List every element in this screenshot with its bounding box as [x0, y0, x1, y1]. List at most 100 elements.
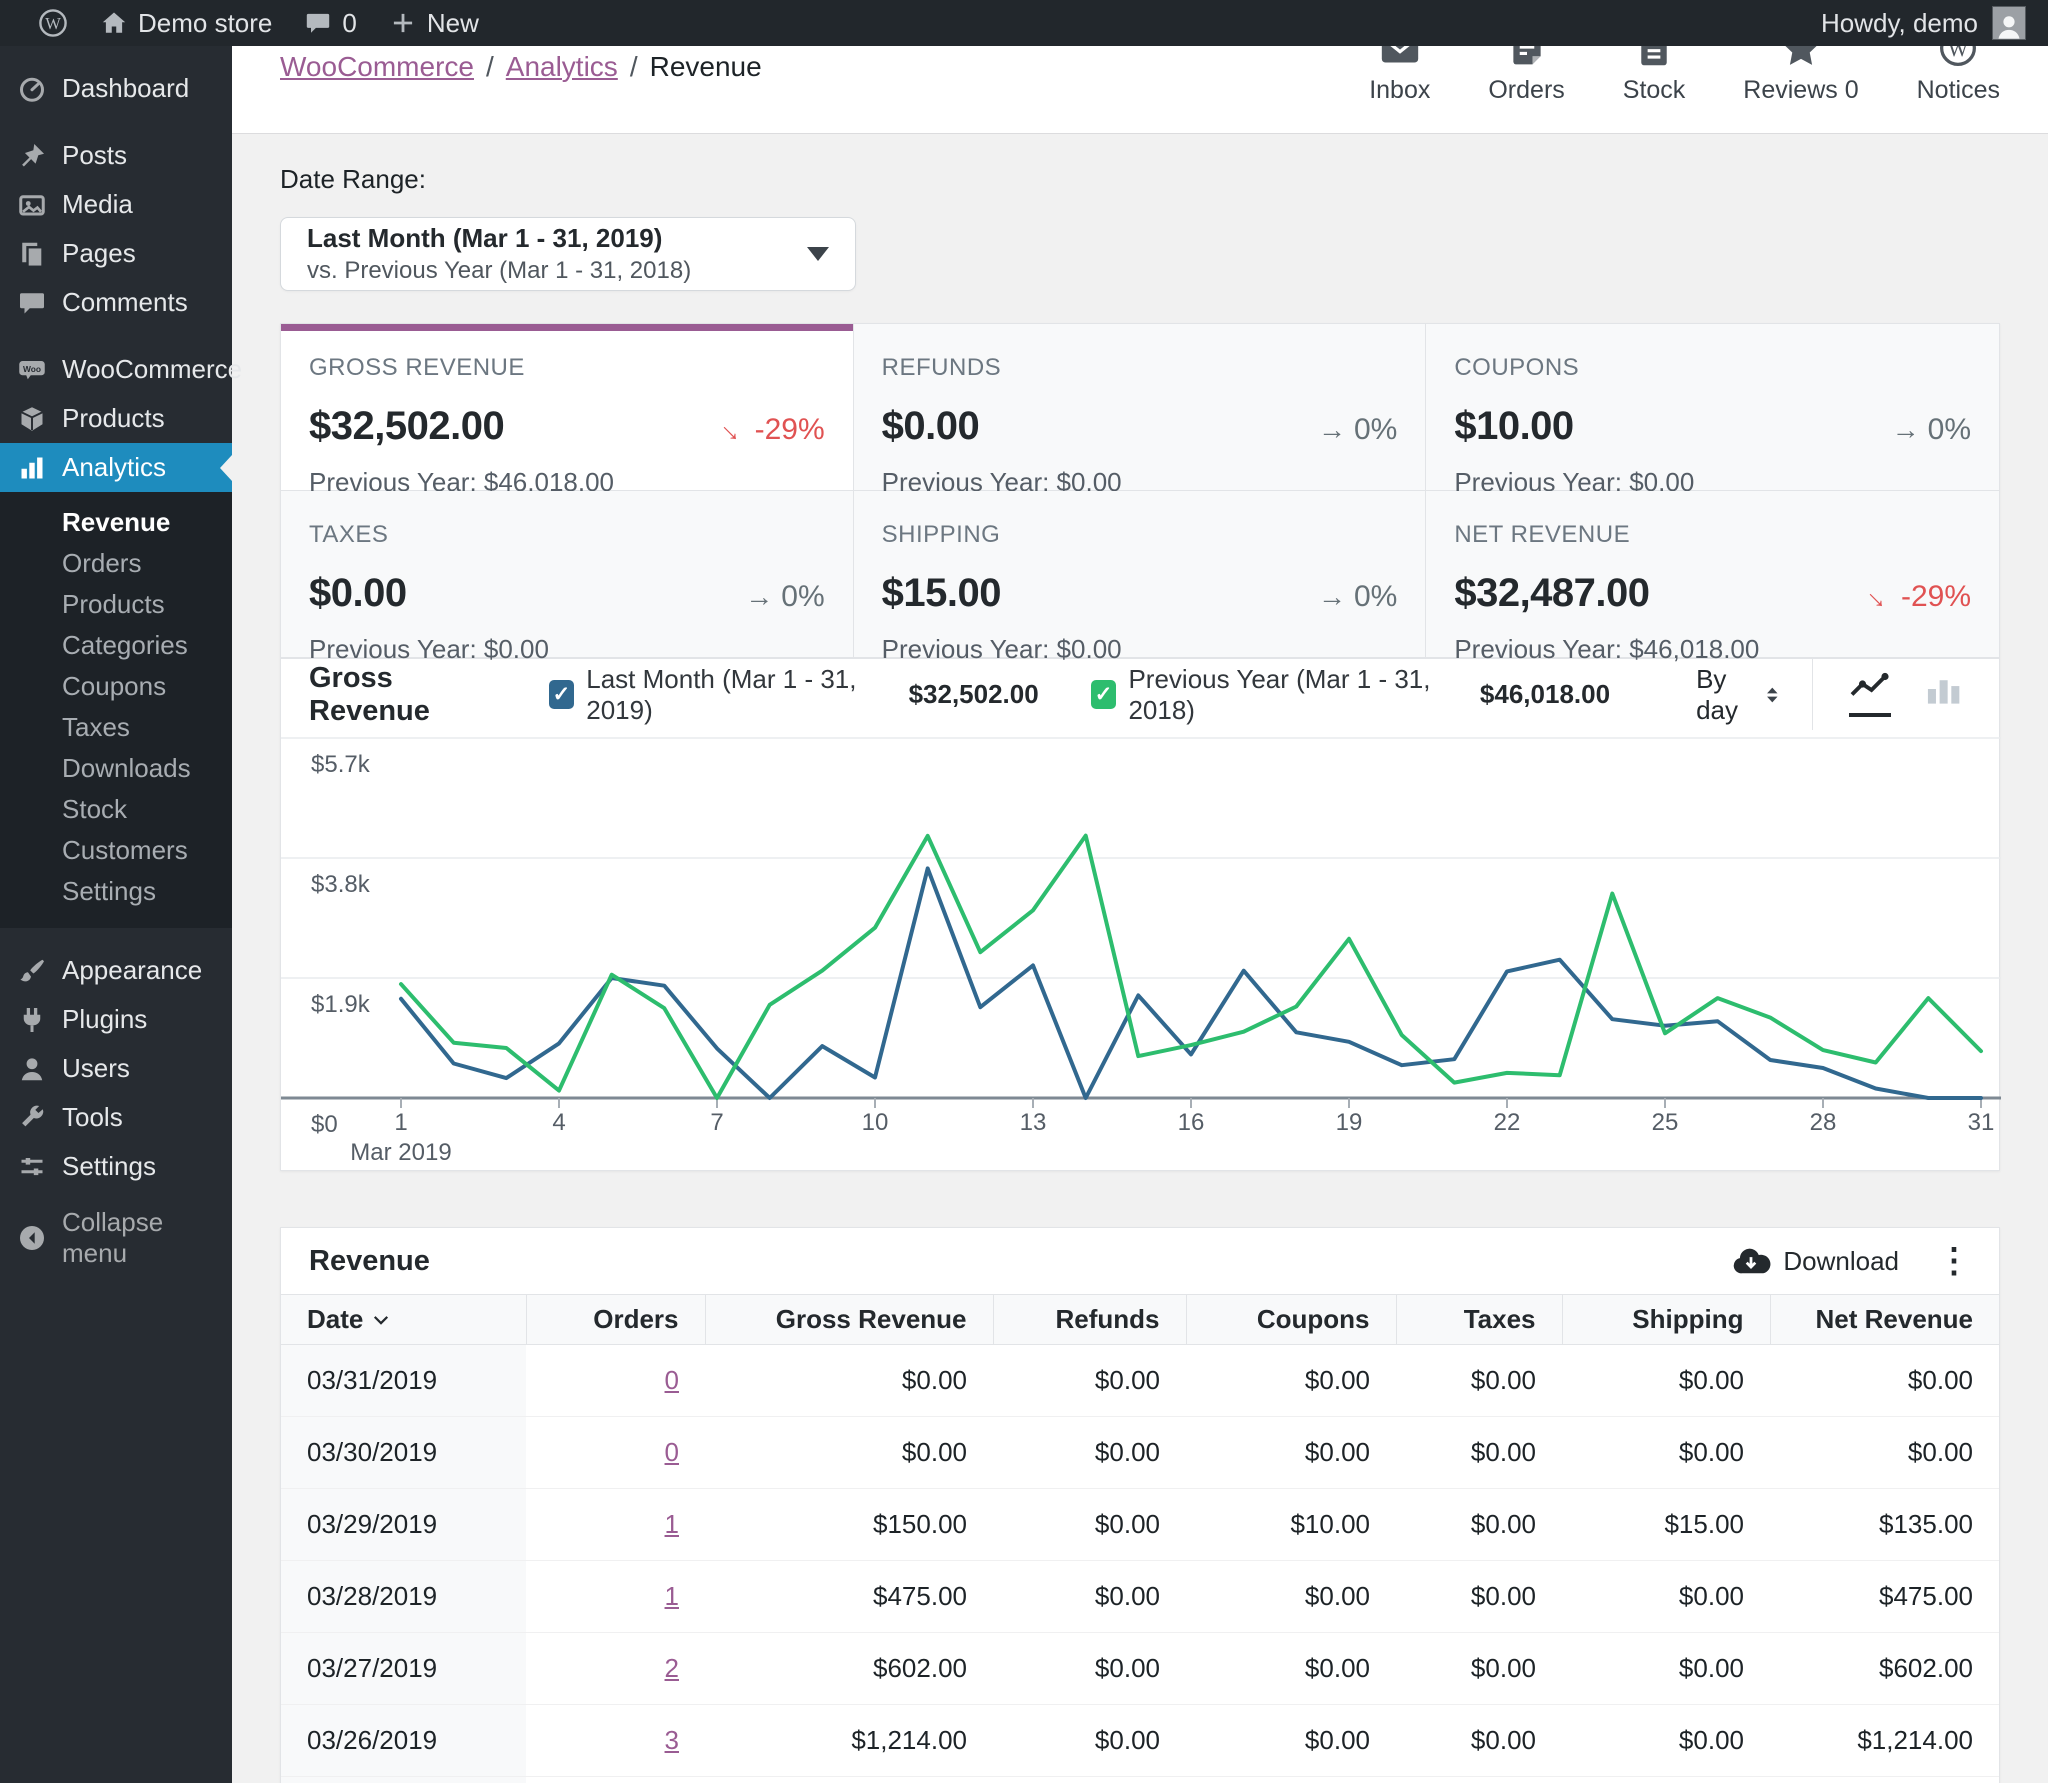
- orders-count-link[interactable]: 1: [665, 1581, 679, 1611]
- checkbox-checked-icon[interactable]: ✓: [1090, 680, 1117, 709]
- sidebar-item-appearance[interactable]: Appearance: [0, 946, 232, 995]
- submenu-item-taxes[interactable]: Taxes: [0, 707, 232, 748]
- bar-chart-type-button[interactable]: [1925, 674, 1963, 715]
- analytics-submenu: Revenue Orders Products Categories Coupo…: [0, 492, 232, 928]
- breadcrumb-woocommerce-link[interactable]: WooCommerce: [280, 51, 474, 83]
- svg-text:$3.8k: $3.8k: [311, 871, 371, 898]
- svg-text:W: W: [45, 14, 61, 33]
- table-menu-ellipsis-icon[interactable]: ⋮: [1937, 1244, 1971, 1278]
- column-header-refunds[interactable]: Refunds: [992, 1294, 1186, 1345]
- wp-logo-menu[interactable]: W: [22, 0, 84, 46]
- column-header-net-revenue[interactable]: Net Revenue: [1769, 1294, 1999, 1345]
- svg-text:1: 1: [394, 1109, 407, 1136]
- sliders-icon: [16, 1151, 48, 1183]
- sidebar-item-tools[interactable]: Tools: [0, 1093, 232, 1142]
- svg-text:10: 10: [862, 1109, 889, 1136]
- column-header-coupons[interactable]: Coupons: [1185, 1294, 1396, 1345]
- table-header-row: Date Orders Gross Revenue Refunds Coupon…: [281, 1294, 1999, 1345]
- submenu-item-revenue[interactable]: Revenue: [0, 502, 232, 543]
- sidebar-item-pages[interactable]: Pages: [0, 229, 232, 278]
- submenu-item-categories[interactable]: Categories: [0, 625, 232, 666]
- checkbox-checked-icon[interactable]: ✓: [548, 680, 575, 709]
- sidebar-item-media[interactable]: Media: [0, 180, 232, 229]
- legend-last-month[interactable]: ✓ Last Month (Mar 1 - 31, 2019) $32,502.…: [548, 664, 1039, 726]
- submenu-item-coupons[interactable]: Coupons: [0, 666, 232, 707]
- svg-text:$5.7k: $5.7k: [311, 751, 371, 778]
- submenu-item-settings[interactable]: Settings: [0, 871, 232, 912]
- sidebar-item-label: Analytics: [62, 452, 167, 482]
- submenu-item-stock[interactable]: Stock: [0, 789, 232, 830]
- sidebar-item-label: Posts: [62, 140, 128, 170]
- interval-select[interactable]: By day: [1662, 664, 1812, 726]
- wrench-icon: [16, 1102, 48, 1134]
- woocommerce-logo-icon: Woo: [16, 354, 48, 386]
- plugin-icon: [16, 1004, 48, 1036]
- trend-flat-icon: →: [745, 581, 774, 612]
- table-row: 03/29/2019 1 $150.00 $0.00 $10.00 $0.00 …: [281, 1488, 1999, 1561]
- comments-icon: [16, 287, 48, 319]
- howdy-account-label[interactable]: Howdy, demo: [1821, 8, 1978, 39]
- avatar[interactable]: [1992, 6, 2026, 40]
- svg-text:16: 16: [1178, 1109, 1205, 1136]
- submenu-item-orders[interactable]: Orders: [0, 543, 232, 584]
- legend-previous-year[interactable]: ✓ Previous Year (Mar 1 - 31, 2018) $46,0…: [1090, 664, 1610, 726]
- sidebar-item-settings[interactable]: Settings: [0, 1142, 232, 1191]
- table-title: Revenue: [309, 1244, 430, 1277]
- summary-tile-gross-revenue[interactable]: GROSS REVENUE $32,502.00 → -29% Previous …: [281, 324, 854, 497]
- download-cloud-icon: [1734, 1248, 1771, 1274]
- comments-menu[interactable]: 0: [288, 0, 372, 46]
- table-row: 03/28/2019 1 $475.00 $0.00 $0.00 $0.00 $…: [281, 1560, 1999, 1633]
- collapse-menu-button[interactable]: Collapse menu: [0, 1207, 232, 1268]
- trend-flat-icon: →: [1891, 414, 1920, 445]
- svg-text:Woo: Woo: [23, 363, 41, 373]
- date-range-dropdown[interactable]: Last Month (Mar 1 - 31, 2019) vs. Previo…: [280, 217, 856, 291]
- trend-flat-icon: →: [1317, 414, 1346, 445]
- sort-arrows-icon: [1766, 687, 1778, 702]
- svg-text:19: 19: [1336, 1109, 1363, 1136]
- chart-controls: By day: [1662, 659, 1999, 730]
- media-icon: [16, 189, 48, 221]
- sidebar-item-label: Products: [62, 403, 165, 433]
- column-header-gross-revenue[interactable]: Gross Revenue: [704, 1294, 993, 1345]
- new-content-menu[interactable]: New: [373, 0, 495, 46]
- download-button[interactable]: Download: [1731, 1246, 1899, 1277]
- column-header-date-sort[interactable]: Date: [307, 1304, 389, 1335]
- sidebar-item-posts[interactable]: Posts: [0, 131, 232, 180]
- column-header-orders[interactable]: Orders: [525, 1294, 705, 1345]
- svg-text:$0: $0: [311, 1111, 338, 1138]
- site-menu[interactable]: Demo store: [84, 0, 288, 46]
- orders-count-link[interactable]: 3: [665, 1725, 679, 1755]
- sidebar-item-products[interactable]: Products: [0, 394, 232, 443]
- summary-tiles: GROSS REVENUE $32,502.00 → -29% Previous …: [281, 324, 1999, 664]
- plus-icon: [393, 13, 412, 33]
- sidebar-item-comments[interactable]: Comments: [0, 278, 232, 327]
- svg-text:28: 28: [1810, 1109, 1837, 1136]
- summary-tile-coupons[interactable]: COUPONS $10.00 → 0% Previous Year: $0.00: [1426, 324, 1999, 497]
- column-header-shipping[interactable]: Shipping: [1561, 1294, 1770, 1345]
- column-header-taxes[interactable]: Taxes: [1395, 1294, 1562, 1345]
- breadcrumb-analytics-link[interactable]: Analytics: [506, 51, 618, 83]
- sidebar-item-woocommerce[interactable]: Woo WooCommerce: [0, 345, 242, 394]
- orders-count-link[interactable]: 0: [665, 1365, 679, 1395]
- summary-tile-net-revenue[interactable]: NET REVENUE $32,487.00 → -29% Previous Ye…: [1426, 491, 1999, 664]
- product-box-icon: [16, 403, 48, 435]
- summary-tile-taxes[interactable]: TAXES $0.00 → 0% Previous Year: $0.00: [281, 491, 854, 664]
- orders-count-link[interactable]: 0: [665, 1437, 679, 1467]
- summary-tile-shipping[interactable]: SHIPPING $15.00 → 0% Previous Year: $0.00: [853, 491, 1427, 664]
- sidebar-item-plugins[interactable]: Plugins: [0, 995, 232, 1044]
- svg-text:7: 7: [710, 1109, 723, 1136]
- sidebar-item-label: Settings: [62, 1151, 156, 1181]
- line-chart-type-button[interactable]: [1849, 672, 1891, 717]
- submenu-item-customers[interactable]: Customers: [0, 830, 232, 871]
- sidebar-item-users[interactable]: Users: [0, 1044, 232, 1093]
- revenue-line-chart[interactable]: $5.7k $3.8k $1.9k $0 1 4 7 10 13 16 19 22 25 28 31 Mar …: [281, 730, 2001, 1170]
- orders-count-link[interactable]: 1: [665, 1509, 679, 1539]
- summary-tile-refunds[interactable]: REFUNDS $0.00 → 0% Previous Year: $0.00: [853, 324, 1427, 497]
- orders-count-link[interactable]: 2: [665, 1653, 679, 1683]
- sidebar-item-dashboard[interactable]: Dashboard: [0, 64, 232, 113]
- line-chart-icon: [1850, 672, 1889, 696]
- submenu-item-products[interactable]: Products: [0, 584, 232, 625]
- submenu-item-downloads[interactable]: Downloads: [0, 748, 232, 789]
- sidebar-item-analytics[interactable]: Analytics: [0, 443, 232, 492]
- sidebar-item-label: Pages: [62, 238, 136, 268]
